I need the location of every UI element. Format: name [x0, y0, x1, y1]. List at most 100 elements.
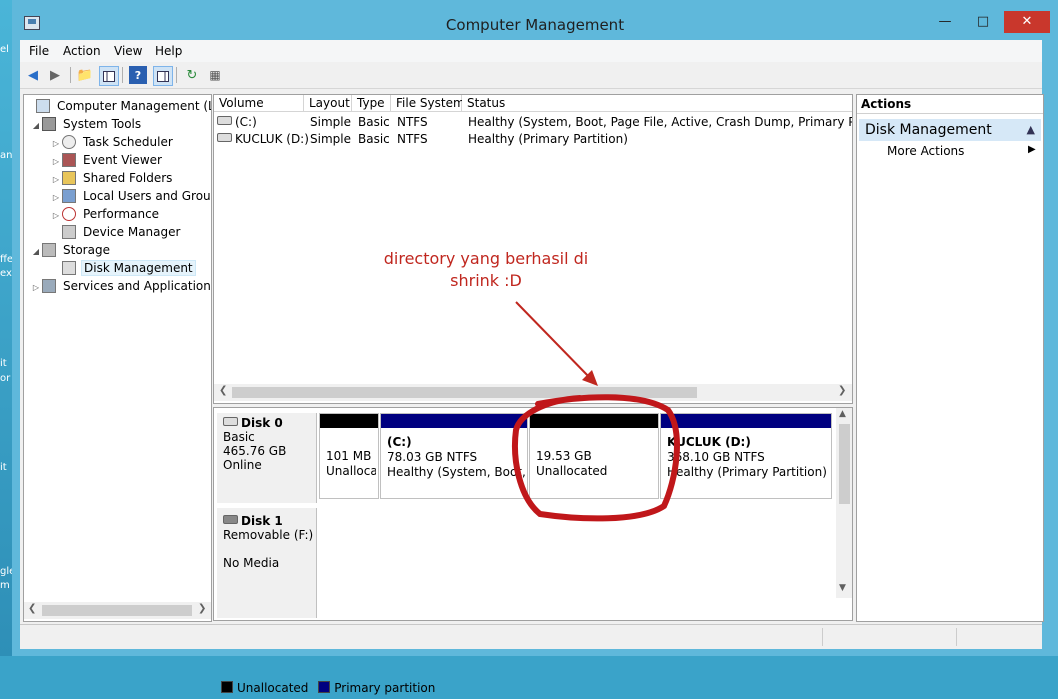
volume-layout: Simple	[310, 115, 351, 129]
menu-view[interactable]: View	[114, 44, 142, 58]
back-icon[interactable]: ◀	[24, 66, 42, 84]
column-volume[interactable]: Volume	[214, 95, 304, 112]
disk-map-vertical-scrollbar[interactable]: ▲ ▼	[836, 408, 852, 598]
volume-icon	[217, 116, 232, 125]
tree-item-performance[interactable]: ▷ Performance	[50, 205, 161, 223]
toolbar-separator	[122, 67, 123, 83]
computer-management-window: Computer Management — □ ✕ File Action Vi…	[12, 0, 1058, 695]
partition-d[interactable]: KUCLUK (D:) 368.10 GB NTFS Healthy (Primar…	[660, 413, 832, 499]
scroll-thumb[interactable]	[232, 387, 697, 398]
tree-horizontal-scrollbar[interactable]: ❮ ❯	[24, 602, 211, 619]
menu-bar: File Action View Help	[20, 40, 1042, 62]
properties-icon[interactable]: ▦	[206, 66, 224, 84]
event-viewer-icon	[62, 153, 76, 167]
client-area: File Action View Help ◀ ▶ 📁 ? ↻ ▦ Comput…	[20, 40, 1044, 695]
partition-unallocated-shrunk[interactable]: 19.53 GB Unallocated	[529, 413, 659, 499]
collapse-arrow-icon[interactable]: ▲	[1027, 119, 1035, 141]
toolbar-separator	[176, 67, 177, 83]
scroll-up-icon[interactable]: ▲	[839, 409, 846, 419]
desktop-icon-label[interactable]: it	[0, 358, 12, 369]
expanded-arrow-icon[interactable]: ◢	[30, 243, 42, 261]
legend-swatch-unallocated	[221, 681, 233, 693]
tree-item-device-manager[interactable]: Device Manager	[50, 223, 182, 241]
desktop-icon-label[interactable]: ex	[0, 268, 12, 279]
menu-help[interactable]: Help	[155, 44, 182, 58]
toolbar: ◀ ▶ 📁 ? ↻ ▦	[20, 62, 1042, 89]
help-icon[interactable]: ?	[129, 66, 147, 84]
partition-c[interactable]: (C:) 78.03 GB NTFS Healthy (System, Boot, …	[380, 413, 528, 499]
services-icon	[42, 279, 56, 293]
tree-item-disk-management[interactable]: Disk Management	[50, 259, 196, 277]
scroll-right-icon[interactable]: ❯	[838, 385, 846, 396]
status-pane	[822, 628, 955, 646]
toolbar-separator	[70, 67, 71, 83]
desktop-icon-label[interactable]: an	[0, 150, 12, 161]
column-layout[interactable]: Layout	[304, 95, 352, 112]
column-status[interactable]: Status	[462, 95, 852, 112]
desktop-icon-label[interactable]: el	[0, 44, 12, 55]
volume-status: Healthy (Primary Partition)	[468, 132, 628, 146]
maximize-button[interactable]: □	[970, 11, 996, 33]
expanded-arrow-icon[interactable]: ◢	[30, 117, 42, 135]
scroll-left-icon[interactable]: ❮	[219, 385, 227, 396]
window-title: Computer Management	[445, 16, 625, 34]
more-actions-item[interactable]: More Actions	[887, 144, 964, 158]
partition-color-bar	[381, 414, 527, 428]
column-file-system[interactable]: File System	[391, 95, 465, 112]
submenu-arrow-icon: ▶	[1028, 144, 1036, 155]
up-folder-icon[interactable]: 📁	[76, 66, 94, 84]
tree-item-system-tools[interactable]: ◢ System Tools	[30, 115, 143, 133]
forward-icon[interactable]: ▶	[46, 66, 64, 84]
scroll-thumb[interactable]	[42, 605, 192, 616]
desktop-icon-label[interactable]: gle	[0, 566, 12, 577]
menu-file[interactable]: File	[29, 44, 49, 58]
volume-name: KUCLUK (D:)	[235, 132, 309, 146]
tree-item-computer-management[interactable]: Computer Management (Local	[24, 97, 211, 115]
collapsed-arrow-icon[interactable]: ▷	[30, 279, 42, 297]
disk0-label[interactable]: Disk 0 Basic 465.76 GB Online	[217, 413, 317, 503]
minimize-button[interactable]: —	[932, 11, 958, 33]
show-hide-action-icon[interactable]	[153, 66, 173, 86]
title-bar[interactable]: Computer Management — □ ✕	[12, 0, 1058, 40]
performance-icon	[62, 207, 76, 221]
show-hide-tree-icon[interactable]	[99, 66, 119, 86]
storage-icon	[42, 243, 56, 257]
legend-primary: Primary partition	[334, 681, 436, 695]
column-type[interactable]: Type	[352, 95, 391, 112]
navigation-tree: Computer Management (Local ◢System Tools…	[23, 94, 212, 622]
disk1-label[interactable]: Disk 1 Removable (F:) No Media	[217, 508, 317, 618]
actions-section-disk-management[interactable]: Disk Management ▲	[859, 119, 1041, 141]
device-manager-icon	[62, 225, 76, 239]
scroll-left-icon[interactable]: ❮	[28, 603, 36, 614]
annotation-text: directory yang berhasil di shrink :D	[383, 249, 589, 290]
tree-item-shared-folders[interactable]: ▷ Shared Folders	[50, 169, 174, 187]
tree-item-local-users[interactable]: ▷ Local Users and Groups	[50, 187, 211, 205]
computer-icon	[36, 99, 50, 113]
partition-unallocated-small[interactable]: 101 MB Unalloca	[319, 413, 379, 499]
disk-management-icon	[62, 261, 76, 275]
partition-color-bar	[530, 414, 658, 428]
tree-item-storage[interactable]: ◢ Storage	[30, 241, 112, 259]
refresh-icon[interactable]: ↻	[183, 66, 201, 84]
scroll-down-icon[interactable]: ▼	[839, 583, 846, 593]
legend-unallocated: Unallocated	[237, 681, 309, 695]
desktop-icon-label[interactable]: m	[0, 580, 12, 591]
scroll-right-icon[interactable]: ❯	[198, 603, 206, 614]
status-pane	[956, 628, 1037, 646]
tree-item-services-applications[interactable]: ▷ Services and Applications	[30, 277, 211, 297]
menu-action[interactable]: Action	[63, 44, 101, 58]
volume-type: Basic	[358, 115, 390, 129]
volume-list-horizontal-scrollbar[interactable]: ❮ ❯	[214, 384, 852, 401]
desktop-icon-label[interactable]: it	[0, 462, 12, 473]
close-button[interactable]: ✕	[1004, 11, 1050, 33]
volume-status: Healthy (System, Boot, Page File, Active…	[468, 115, 852, 129]
users-icon	[62, 189, 76, 203]
scroll-thumb[interactable]	[839, 424, 850, 504]
desktop-icon-label[interactable]: ffe	[0, 254, 12, 265]
desktop-icon-label[interactable]: or	[0, 373, 12, 384]
actions-header: Actions	[857, 95, 1043, 114]
tree-item-task-scheduler[interactable]: ▷ Task Scheduler	[50, 133, 175, 151]
volume-layout: Simple	[310, 132, 351, 146]
tree-item-event-viewer[interactable]: ▷ Event Viewer	[50, 151, 164, 169]
shared-folder-icon	[62, 171, 76, 185]
